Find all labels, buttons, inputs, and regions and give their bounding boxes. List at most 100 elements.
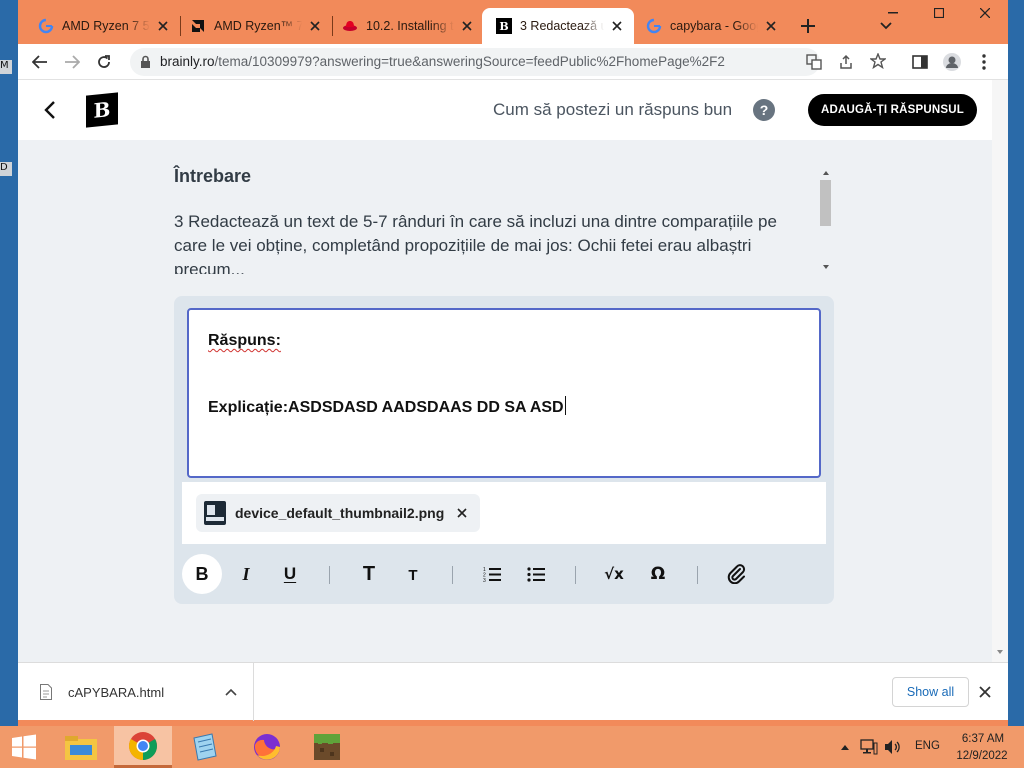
share-icon[interactable] [838, 54, 854, 75]
underline-glyph: U [283, 564, 297, 583]
close-tab-icon[interactable] [762, 17, 780, 35]
question-scrollbar[interactable] [818, 168, 834, 272]
heading-large-button[interactable]: T [349, 554, 389, 594]
tab-capybara-google[interactable]: capybara - Google [632, 8, 788, 44]
tray-chevron-up-icon[interactable] [836, 738, 854, 756]
tab-amd-ryzen-google[interactable]: AMD Ryzen 7 5800X [24, 8, 180, 44]
google-g-icon [38, 18, 54, 34]
volume-icon[interactable] [884, 738, 902, 756]
address-bar[interactable]: brainly.ro/tema/10309979?answering=true&… [130, 48, 888, 76]
heading-small-button[interactable]: T [393, 554, 433, 594]
file-icon [40, 684, 52, 700]
minimize-icon[interactable] [870, 0, 916, 26]
show-all-button[interactable]: Show all [892, 677, 969, 707]
chevron-up-icon[interactable] [222, 683, 240, 701]
download-item[interactable]: cAPYBARA.html [18, 663, 254, 721]
attach-button[interactable] [717, 554, 757, 594]
tab-title: AMD Ryzen 7 5800X [62, 19, 150, 33]
translate-icon[interactable] [806, 54, 822, 75]
attachment-filename: device_default_thumbnail2.png [235, 505, 445, 521]
clock-date[interactable]: 12/9/2022 [954, 750, 1010, 762]
answer-panel: Răspuns: Explicație:ASDSDASD AADSDAAS DD… [174, 296, 834, 604]
tab-title: 3 Redactează un text [520, 19, 604, 33]
bullet-list-button[interactable] [516, 554, 556, 594]
maximize-icon[interactable] [916, 0, 962, 26]
remove-attachment-icon[interactable] [454, 505, 470, 521]
close-tab-icon[interactable] [608, 17, 626, 35]
italic-glyph: I [242, 563, 250, 584]
tab-title: capybara - Google [670, 19, 758, 33]
windows-start-icon[interactable] [0, 726, 48, 768]
add-answer-button[interactable]: ADAUGĂ-ȚI RĂSPUNSUL [808, 94, 977, 126]
svg-text:3: 3 [483, 578, 486, 582]
attachments-area: device_default_thumbnail2.png [182, 482, 826, 544]
browser-window: AMD Ryzen 7 5800X AMD Ryzen™ 7 5800X 10.… [18, 0, 1008, 726]
heading-large-glyph: T [362, 562, 376, 585]
network-icon[interactable] [860, 738, 878, 756]
downloads-bar: cAPYBARA.html Show all [18, 662, 1008, 721]
close-downloads-icon[interactable] [976, 683, 994, 701]
profile-avatar-icon[interactable] [938, 48, 966, 76]
explanation-text: Explicație:ASDSDASD AADSDAAS DD SA ASD [208, 396, 566, 417]
close-tab-icon[interactable] [154, 17, 172, 35]
chrome-icon[interactable] [114, 726, 172, 768]
browser-toolbar: brainly.ro/tema/10309979?answering=true&… [18, 44, 1008, 80]
close-window-icon[interactable] [962, 0, 1008, 26]
desktop-icon-fragment[interactable]: M [0, 60, 12, 74]
input-language[interactable]: ENG [915, 740, 940, 752]
back-arrow-icon[interactable] [26, 48, 54, 76]
numbered-list-button[interactable]: 123 [472, 554, 512, 594]
toolbar-separator [329, 566, 330, 584]
amd-logo-icon [190, 18, 206, 34]
forward-arrow-icon[interactable] [58, 48, 86, 76]
new-tab-plus-icon[interactable] [796, 14, 820, 38]
notepad-icon[interactable] [176, 726, 234, 768]
paperclip-icon [727, 564, 746, 584]
reload-icon[interactable] [90, 48, 118, 76]
math-button[interactable]: √x [594, 554, 634, 594]
underline-button[interactable]: U [270, 554, 310, 594]
scroll-thumb[interactable] [820, 180, 831, 226]
how-to-post-link[interactable]: Cum să postezi un răspuns bun [493, 100, 732, 120]
logo-letter: B [93, 97, 111, 123]
lock-icon[interactable] [140, 55, 151, 74]
tab-installing[interactable]: 10.2. Installing the [328, 8, 484, 44]
web-page: B Cum să postezi un răspuns bun ? ADAUGĂ… [18, 80, 1008, 662]
question-text: 3 Redactează un text de 5-7 rânduri în c… [174, 212, 777, 274]
brainly-logo[interactable]: B [86, 92, 118, 128]
toolbar-separator [452, 566, 453, 584]
help-question-icon[interactable]: ? [753, 99, 775, 121]
close-tab-icon[interactable] [306, 17, 324, 35]
file-explorer-icon[interactable] [52, 726, 110, 768]
tab-title: 10.2. Installing the [366, 19, 454, 33]
tab-amd-ryzen[interactable]: AMD Ryzen™ 7 5800X [176, 8, 332, 44]
math-glyph: √x [604, 565, 624, 583]
toolbar-separator [575, 566, 576, 584]
firefox-icon[interactable] [238, 726, 296, 768]
question-heading: Întrebare [174, 166, 252, 186]
desktop-icon-fragment[interactable]: D [0, 162, 12, 176]
menu-kebab-icon[interactable] [970, 48, 998, 76]
tab-strip: AMD Ryzen 7 5800X AMD Ryzen™ 7 5800X 10.… [18, 0, 1008, 44]
italic-button[interactable]: I [226, 554, 266, 594]
symbol-button[interactable]: Ω [638, 554, 678, 594]
back-chevron-icon[interactable] [38, 96, 62, 124]
text-caret [564, 396, 566, 415]
answer-label: Răspuns: [208, 332, 281, 349]
bullet-list-icon [527, 567, 545, 582]
image-file-icon [204, 501, 226, 525]
bookmark-star-icon[interactable] [868, 52, 888, 74]
side-panel-icon[interactable] [906, 48, 934, 76]
minecraft-icon[interactable] [298, 726, 356, 768]
bold-button[interactable]: B [182, 554, 222, 594]
attachment-chip[interactable]: device_default_thumbnail2.png [196, 494, 480, 532]
close-tab-icon[interactable] [458, 17, 476, 35]
heading-small-glyph: T [408, 567, 418, 584]
url-text: brainly.ro/tema/10309979?answering=true&… [160, 54, 725, 69]
brainly-b-icon: B [496, 18, 512, 34]
clock-time[interactable]: 6:37 AM [958, 733, 1008, 745]
answer-editor[interactable]: Răspuns: Explicație:ASDSDASD AADSDAAS DD… [187, 308, 821, 478]
tab-brainly-active[interactable]: B 3 Redactează un text [482, 8, 634, 44]
page-scrollbar[interactable] [992, 80, 1008, 662]
download-filename: cAPYBARA.html [68, 685, 165, 700]
